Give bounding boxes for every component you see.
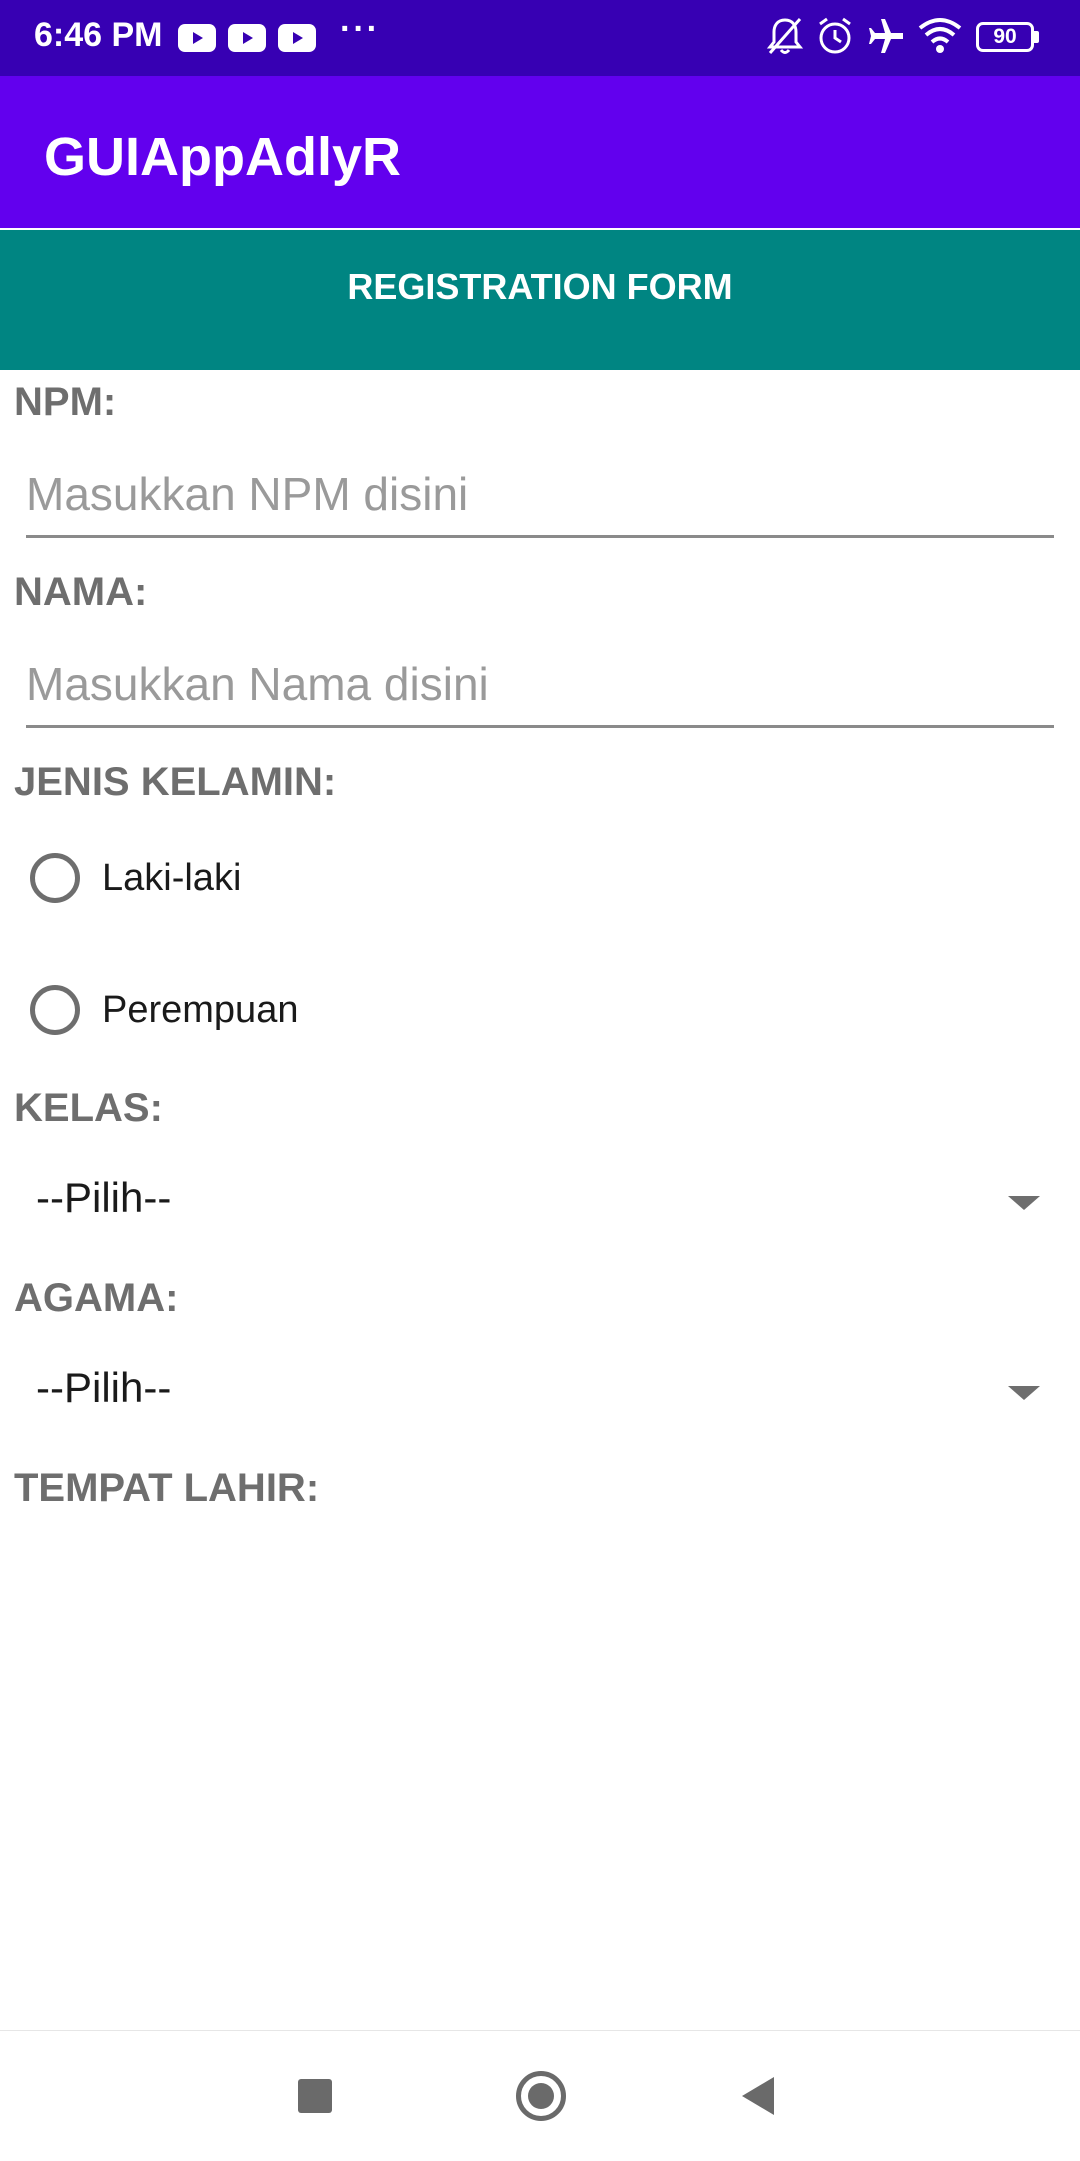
radio-label: Perempuan <box>102 988 299 1031</box>
back-icon[interactable] <box>742 2077 774 2115</box>
npm-input[interactable] <box>26 452 1054 538</box>
battery-level: 90 <box>993 25 1017 48</box>
agama-selected-value: --Pilih-- <box>36 1364 172 1411</box>
gender-label: JENIS KELAMIN: <box>14 760 337 804</box>
youtube-icon <box>278 24 316 52</box>
app-title: GUIAppAdlyR <box>44 127 401 187</box>
alarm-icon <box>819 17 851 54</box>
nama-input[interactable] <box>26 642 1054 728</box>
navigation-bar <box>0 2030 1080 2161</box>
nama-label: NAMA: <box>14 570 148 614</box>
wifi-icon <box>918 18 962 53</box>
airplane-icon <box>869 19 903 53</box>
kelas-dropdown[interactable]: --Pilih-- <box>30 1162 1040 1242</box>
youtube-icon <box>178 24 216 52</box>
kelas-label: KELAS: <box>14 1086 163 1130</box>
radio-button-icon[interactable] <box>30 985 80 1035</box>
status-time: 6:46 PM <box>34 16 163 54</box>
overflow-dots: ··· <box>340 10 380 48</box>
radio-label: Laki-laki <box>102 856 242 899</box>
dropdown-arrow-icon[interactable] <box>1008 1386 1040 1400</box>
radio-button-icon[interactable] <box>30 853 80 903</box>
radio-laki-laki[interactable]: Laki-laki <box>30 848 241 908</box>
agama-dropdown[interactable]: --Pilih-- <box>30 1352 1040 1432</box>
kelas-selected-value: --Pilih-- <box>36 1174 172 1221</box>
dropdown-arrow-icon[interactable] <box>1008 1196 1040 1210</box>
agama-label: AGAMA: <box>14 1276 179 1320</box>
form-header-title: REGISTRATION FORM <box>347 266 733 307</box>
recents-icon[interactable] <box>298 2079 332 2113</box>
npm-label: NPM: <box>14 380 117 424</box>
tempat-lahir-label: TEMPAT LAHIR: <box>14 1466 320 1510</box>
form-header: REGISTRATION FORM <box>0 230 1080 370</box>
bell-off-icon <box>766 18 804 54</box>
app-bar: GUIAppAdlyR <box>0 76 1080 228</box>
youtube-icon <box>228 24 266 52</box>
status-bar: 6:46 PM ··· 90 <box>0 0 1080 76</box>
battery-icon: 90 <box>976 22 1040 54</box>
radio-perempuan[interactable]: Perempuan <box>30 980 298 1040</box>
home-icon[interactable] <box>516 2071 566 2121</box>
